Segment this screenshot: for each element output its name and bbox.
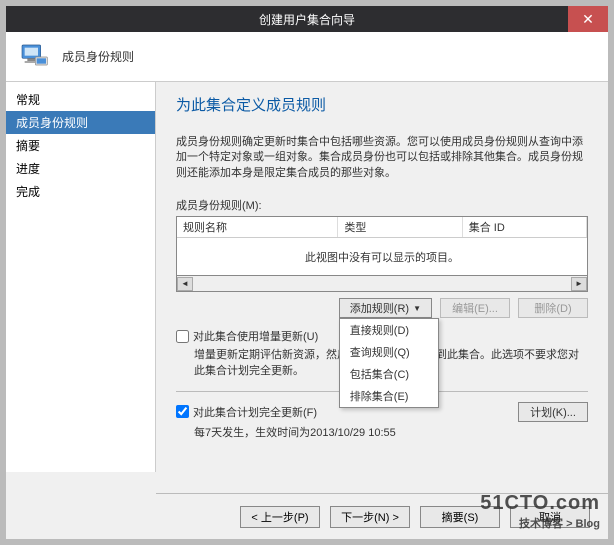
scroll-left-icon[interactable]: ◄ [177,277,193,291]
titlebar: 创建用户集合向导 ✕ [6,6,608,32]
edit-button: 编辑(E)... [440,298,510,318]
schedule-text: 每7天发生，生效时间为2013/10/29 10:55 [194,426,588,441]
scroll-right-icon[interactable]: ► [571,277,587,291]
incremental-update-label: 对此集合使用增量更新(U) [193,328,318,344]
sidebar: 常规 成员身份规则 摘要 进度 完成 [6,82,156,472]
sidebar-item-membership-rules[interactable]: 成员身份规则 [6,111,155,134]
chevron-down-icon: ▼ [413,304,421,313]
add-rule-menu: 直接规则(D) 查询规则(Q) 包括集合(C) 排除集合(E) [339,318,439,408]
header-title: 成员身份规则 [62,48,134,65]
footer: < 上一步(P) 下一步(N) > 摘要(S) 取消 [156,493,608,539]
summary-button[interactable]: 摘要(S) [420,506,500,528]
sidebar-item-complete[interactable]: 完成 [6,180,155,203]
sidebar-item-summary[interactable]: 摘要 [6,134,155,157]
incremental-update-checkbox[interactable] [176,330,189,343]
col-type[interactable]: 类型 [338,217,462,237]
prev-button[interactable]: < 上一步(P) [240,506,320,528]
next-button[interactable]: 下一步(N) > [330,506,410,528]
add-rule-button[interactable]: 添加规则(R) ▼ [339,298,432,318]
menu-query-rule[interactable]: 查询规则(Q) [340,341,438,363]
close-button[interactable]: ✕ [568,6,608,32]
sidebar-item-general[interactable]: 常规 [6,88,155,111]
header-band: 成员身份规则 [6,32,608,82]
close-icon: ✕ [582,11,594,28]
horizontal-scrollbar[interactable]: ◄ ► [176,276,588,292]
cancel-button[interactable]: 取消 [510,506,590,528]
table-empty-message: 此视图中没有可以显示的项目。 [177,238,587,275]
menu-include-collection[interactable]: 包括集合(C) [340,363,438,385]
table-header: 规则名称 类型 集合 ID [177,217,587,238]
page-heading: 为此集合定义成员规则 [176,94,588,115]
col-collection-id[interactable]: 集合 ID [463,217,587,237]
col-rule-name[interactable]: 规则名称 [177,217,338,237]
window-title: 创建用户集合向导 [259,11,355,28]
content-pane: 为此集合定义成员规则 成员身份规则确定更新时集合中包括哪些资源。您可以使用成员身… [156,82,608,472]
menu-exclude-collection[interactable]: 排除集合(E) [340,385,438,407]
computer-icon [18,41,50,73]
menu-direct-rule[interactable]: 直接规则(D) [340,319,438,341]
full-update-label: 对此集合计划完全更新(F) [193,404,317,420]
page-description: 成员身份规则确定更新时集合中包括哪些资源。您可以使用成员身份规则从查询中添加一个… [176,135,588,181]
delete-button: 删除(D) [518,298,588,318]
add-rule-label: 添加规则(R) [350,300,409,316]
rules-label: 成员身份规则(M): [176,197,588,213]
schedule-button[interactable]: 计划(K)... [518,402,588,422]
rules-table: 规则名称 类型 集合 ID 此视图中没有可以显示的项目。 [176,216,588,276]
full-update-checkbox[interactable] [176,405,189,418]
sidebar-item-progress[interactable]: 进度 [6,157,155,180]
